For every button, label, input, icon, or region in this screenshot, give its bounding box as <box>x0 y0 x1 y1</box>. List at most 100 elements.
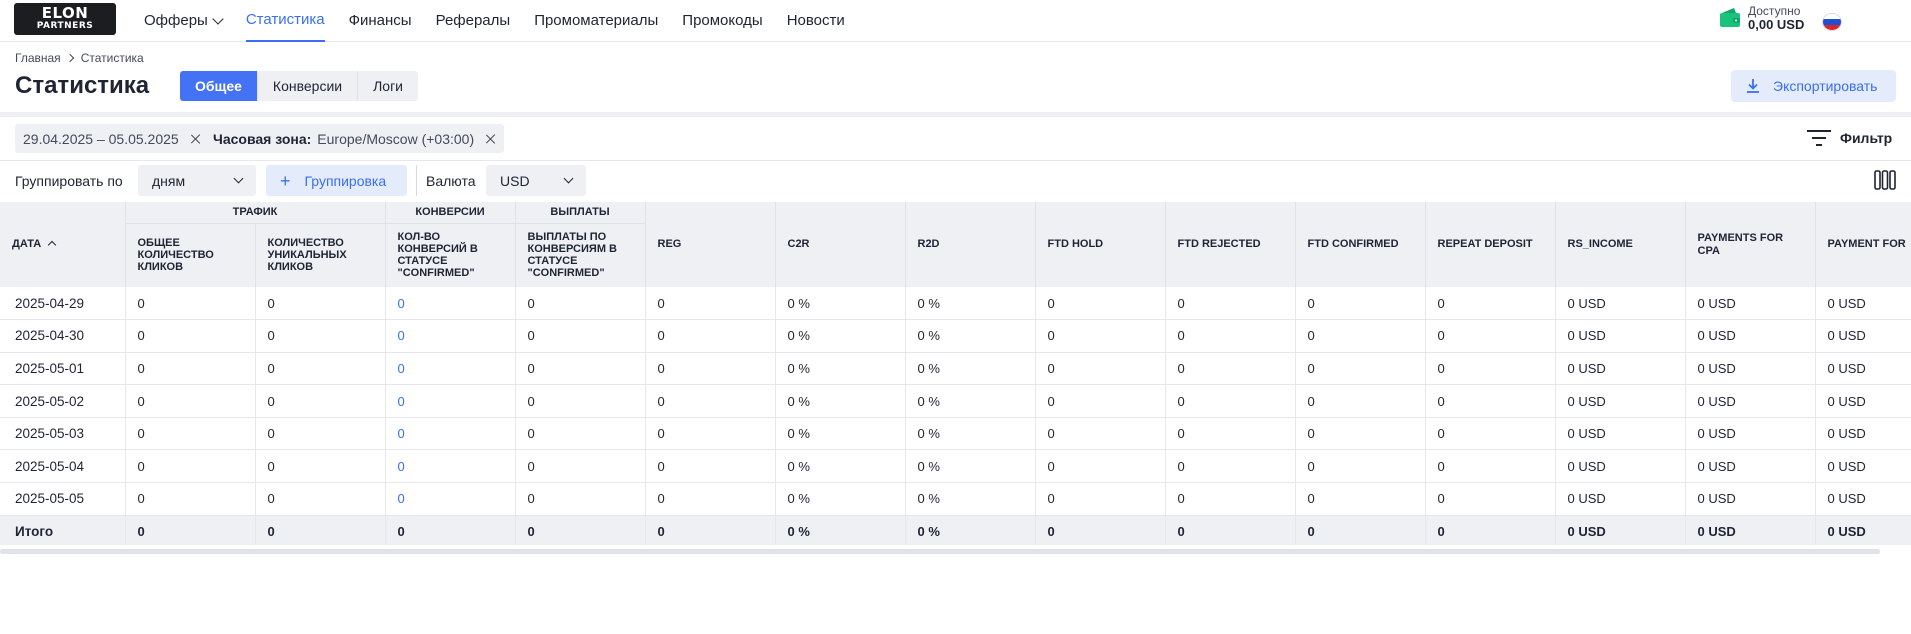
conversions-link[interactable]: 0 <box>385 417 516 451</box>
column-header[interactable]: PAYMENT FOR <box>1815 202 1911 287</box>
table-cell: 0 USD <box>1815 482 1911 516</box>
table-cell: 0 <box>1035 352 1166 386</box>
table-cell: 0 <box>1035 287 1166 321</box>
main-nav: Офферы Статистика Финансы Рефералы Промо… <box>144 0 869 42</box>
add-grouping-button[interactable]: + Группировка <box>266 165 407 196</box>
currency-value: USD <box>500 172 530 189</box>
close-icon[interactable] <box>486 134 496 144</box>
column-header-date[interactable]: ДАТА <box>0 202 126 287</box>
breadcrumb: Главная Статистика <box>15 51 144 65</box>
close-icon[interactable] <box>191 134 201 144</box>
tab-conversions[interactable]: Конверсии <box>256 71 358 101</box>
ru-flag-icon[interactable] <box>1823 14 1841 30</box>
chevron-down-icon <box>212 13 224 25</box>
conversions-link[interactable]: 0 <box>385 482 516 516</box>
group-by-value: дням <box>152 172 186 189</box>
conversions-link[interactable]: 0 <box>385 449 516 484</box>
group-by-select[interactable]: дням <box>138 165 256 196</box>
date-range-chip[interactable]: 29.04.2025 – 05.05.2025 <box>15 124 209 153</box>
group-header-payouts: ВЫПЛАТЫ <box>515 202 646 224</box>
filter-button[interactable]: Фильтр <box>1806 128 1892 148</box>
table-cell: 0 % <box>905 384 1036 418</box>
table-cell: 0 % <box>775 515 906 545</box>
conversions-link[interactable]: 0 <box>385 384 516 418</box>
wallet-icon <box>1718 6 1748 34</box>
export-button[interactable]: Экспортировать <box>1731 70 1896 102</box>
column-header[interactable]: R2D <box>905 202 1036 287</box>
table-cell: 0 <box>515 515 646 545</box>
breadcrumb-home[interactable]: Главная <box>15 51 61 65</box>
conversions-link[interactable]: 0 <box>385 319 516 353</box>
table-cell: 0 USD <box>1685 515 1816 545</box>
table-cell: 0 % <box>775 352 906 386</box>
column-header[interactable]: ВЫПЛАТЫ ПО КОНВЕРСИЯМ В СТАТУСЕ "CONFIRM… <box>515 223 646 287</box>
table-row: 2025-05-04 0 0 0 0 0 0 % 0 % 0 0 0 0 0 USD 0 USD 0 USD <box>0 449 1911 484</box>
table-cell: 0 <box>1295 352 1426 386</box>
table-cell: 0 <box>515 449 646 484</box>
table-cell: 0 USD <box>1555 319 1686 353</box>
column-header[interactable]: RS_INCOME <box>1555 202 1686 287</box>
nav-promo-codes[interactable]: Промокоды <box>682 0 762 42</box>
chevron-right-icon <box>65 53 74 63</box>
tab-general[interactable]: Общее <box>180 71 257 101</box>
table-cell: 0 USD <box>1685 384 1816 418</box>
table-body: 2025-04-29 0 0 0 0 0 0 % 0 % 0 0 0 0 0 USD 0 USD 0 USD… <box>0 287 1911 545</box>
table-cell: 0 <box>1035 384 1166 418</box>
column-header[interactable]: C2R <box>775 202 906 287</box>
controls-divider <box>0 160 1911 161</box>
column-header[interactable]: PAYMENTS FOR CPA <box>1685 202 1816 287</box>
table-cell: 0 USD <box>1555 515 1686 545</box>
table-cell: 0 % <box>775 417 906 451</box>
column-header[interactable]: КОЛИЧЕСТВО УНИКАЛЬНЫХ КЛИКОВ <box>255 223 386 287</box>
group-by-label: Группировать по <box>15 173 123 189</box>
column-header[interactable]: FTD CONFIRMED <box>1295 202 1426 287</box>
column-header[interactable]: FTD HOLD <box>1035 202 1166 287</box>
timezone-label: Часовая зона: <box>213 130 312 147</box>
table-cell: 0 <box>125 384 256 418</box>
nav-news[interactable]: Новости <box>787 0 845 42</box>
table-cell: 0 <box>125 482 256 516</box>
elon-partners-logo[interactable]: ELON PARTNERS <box>14 3 116 35</box>
table-row: 2025-05-03 0 0 0 0 0 0 % 0 % 0 0 0 0 0 USD 0 USD 0 USD <box>0 417 1911 451</box>
top-bar: ELON PARTNERS Офферы Статистика Финансы … <box>0 0 1911 42</box>
table-cell: 0 <box>255 352 386 386</box>
group-header-conversions: КОНВЕРСИИ <box>385 202 516 224</box>
row-date: 2025-05-02 <box>0 384 126 418</box>
table-cell: 0 <box>645 384 776 418</box>
filter-icon <box>1807 130 1831 146</box>
nav-referrals[interactable]: Рефералы <box>436 0 511 42</box>
horizontal-scrollbar[interactable] <box>0 549 1880 554</box>
table-cell: 0 <box>1165 287 1296 321</box>
column-header[interactable]: REG <box>645 202 776 287</box>
table-cell: 0 <box>1295 319 1426 353</box>
currency-select[interactable]: USD <box>486 165 586 196</box>
row-date: 2025-04-29 <box>0 287 126 321</box>
nav-promo-materials[interactable]: Промоматериалы <box>534 0 658 42</box>
download-icon <box>1747 79 1759 93</box>
timezone-chip[interactable]: Часовая зона: Europe/Moscow (+03:00) <box>205 124 505 153</box>
table-cell: 0 <box>255 287 386 321</box>
column-header[interactable]: FTD REJECTED <box>1165 202 1296 287</box>
table-cell: 0 USD <box>1815 287 1911 321</box>
table-cell: 0 <box>125 287 256 321</box>
table-cell: 0 <box>255 515 386 545</box>
table-cell: 0 <box>1425 482 1556 516</box>
table-cell: 0 % <box>905 352 1036 386</box>
nav-offers[interactable]: Офферы <box>144 0 224 42</box>
column-header-label: ДАТА <box>12 238 42 251</box>
logo-line1: ELON <box>41 4 89 22</box>
column-header[interactable]: КОЛ-ВО КОНВЕРСИЙ В СТАТУСЕ "CONFIRMED" <box>385 223 516 287</box>
nav-statistics[interactable]: Статистика <box>245 0 325 42</box>
conversions-link[interactable]: 0 <box>385 352 516 386</box>
table-row: 2025-05-02 0 0 0 0 0 0 % 0 % 0 0 0 0 0 USD 0 USD 0 USD <box>0 384 1911 418</box>
conversions-link[interactable]: 0 <box>385 287 516 321</box>
table-cell: 0 % <box>775 319 906 353</box>
column-header[interactable]: ОБЩЕЕ КОЛИЧЕСТВО КЛИКОВ <box>125 223 256 287</box>
columns-settings-icon[interactable] <box>1874 170 1896 195</box>
table-cell: 0 <box>1425 417 1556 451</box>
tab-logs[interactable]: Логи <box>357 71 418 101</box>
column-header[interactable]: REPEAT DEPOSIT <box>1425 202 1556 287</box>
table-cell: 0 <box>125 449 256 484</box>
nav-finance[interactable]: Финансы <box>349 0 412 42</box>
table-cell: 0 <box>515 352 646 386</box>
